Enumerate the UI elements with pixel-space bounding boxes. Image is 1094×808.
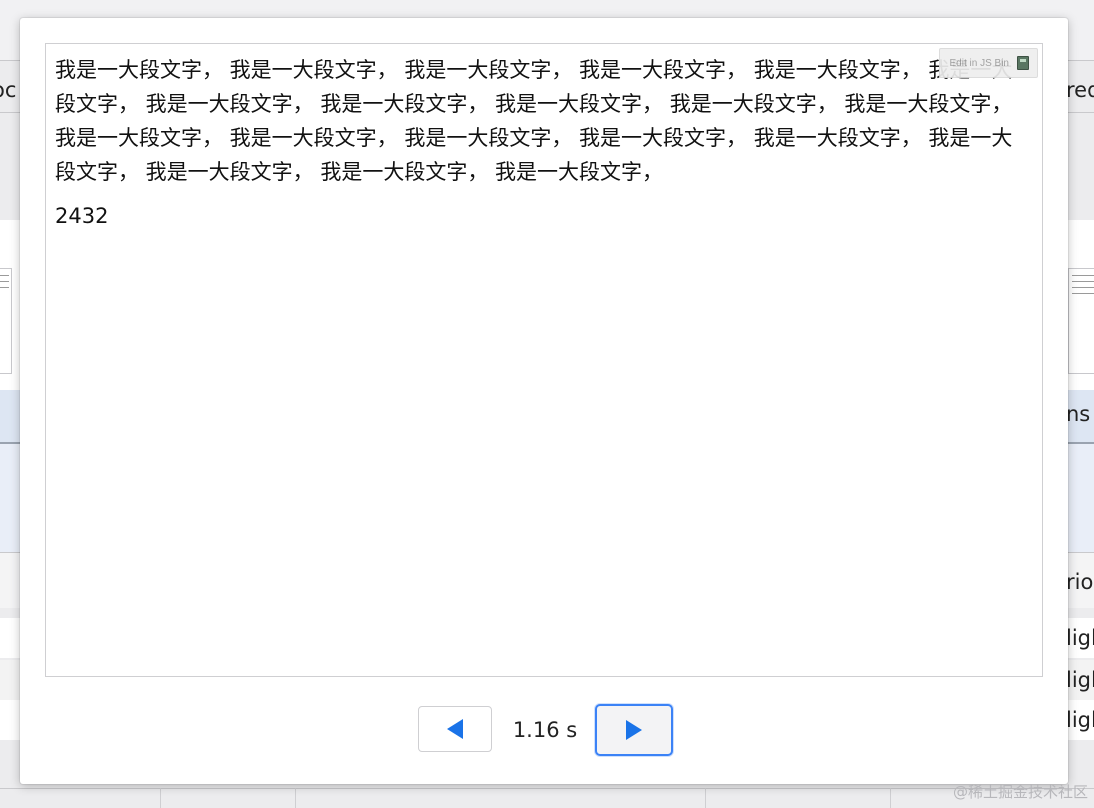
background-edge-text: ligl bbox=[1066, 668, 1094, 692]
long-text-paragraph: 我是一大段文字， 我是一大段文字， 我是一大段文字， 我是一大段文字， 我是一大… bbox=[55, 58, 1013, 184]
background-edge-text: rio bbox=[1066, 570, 1094, 594]
play-right-icon bbox=[626, 720, 642, 740]
preview-content: 我是一大段文字， 我是一大段文字， 我是一大段文字， 我是一大段文字， 我是一大… bbox=[55, 53, 1025, 231]
background-thumbnail-right bbox=[1068, 268, 1094, 374]
next-button[interactable] bbox=[595, 704, 673, 756]
counter-value: 2432 bbox=[55, 204, 109, 228]
preview-dialog: 我是一大段文字， 我是一大段文字， 我是一大段文字， 我是一大段文字， 我是一大… bbox=[20, 18, 1068, 784]
watermark: @稀土掘金技术社区 bbox=[952, 783, 1088, 801]
background-divider bbox=[0, 788, 1094, 789]
background-edge-text: ligl bbox=[1066, 708, 1094, 732]
background-column-divider bbox=[295, 788, 296, 808]
background-edge-text: oc bbox=[0, 80, 17, 101]
background-column-divider bbox=[160, 788, 161, 808]
background-column-divider bbox=[705, 788, 706, 808]
elapsed-time-label: 1.16 s bbox=[512, 718, 578, 742]
background-edge-text: req bbox=[1066, 78, 1094, 102]
jsbin-logo-icon bbox=[1017, 56, 1029, 70]
background-edge-text: ns bbox=[1066, 402, 1091, 426]
background-edge-text: ligl bbox=[1066, 626, 1094, 650]
background-column-divider bbox=[890, 788, 891, 808]
playback-controls: 1.16 s bbox=[20, 704, 1068, 756]
play-left-icon bbox=[447, 719, 463, 739]
edit-in-jsbin-button[interactable]: Edit in JS Bin bbox=[938, 48, 1038, 78]
preview-frame[interactable]: 我是一大段文字， 我是一大段文字， 我是一大段文字， 我是一大段文字， 我是一大… bbox=[45, 43, 1043, 677]
edit-in-jsbin-label: Edit in JS Bin bbox=[949, 57, 1009, 69]
previous-button[interactable] bbox=[418, 706, 492, 752]
background-thumbnail-left bbox=[0, 268, 12, 374]
